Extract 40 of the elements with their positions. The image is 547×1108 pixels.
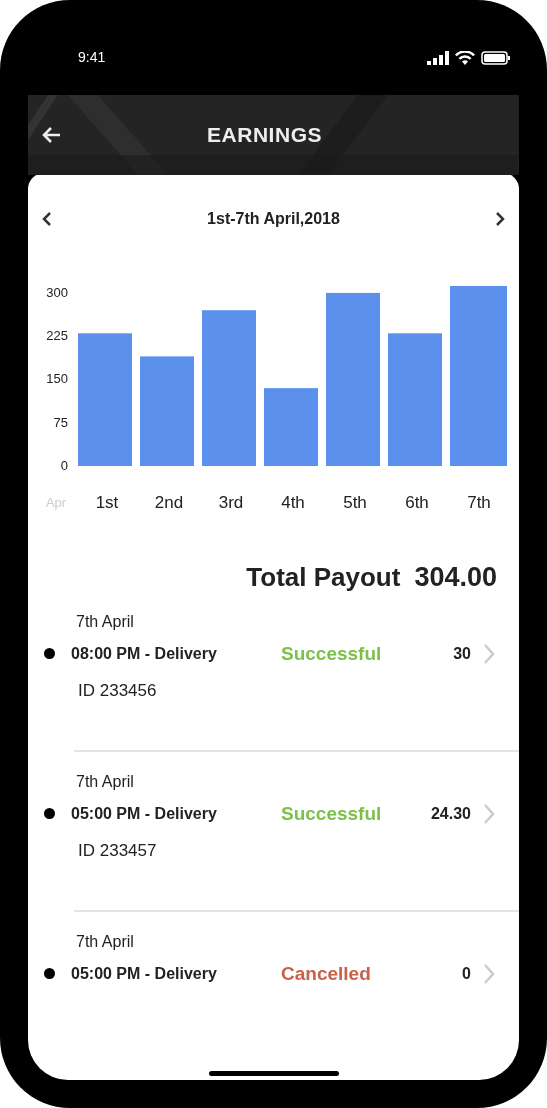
transaction-time: 08:00 PM - Delivery [71, 643, 218, 664]
transaction-amount: 0 [461, 963, 471, 984]
transaction-status: Successful [281, 641, 383, 666]
transaction-time: 05:00 PM - Delivery [71, 803, 218, 824]
transaction-status: Cancelled [281, 961, 372, 986]
transaction-amount: 24.30 [429, 803, 471, 824]
total-payout-label: Total Payout [246, 561, 401, 594]
y-tick-label: 150 [46, 371, 68, 387]
back-arrow-icon[interactable] [40, 125, 62, 145]
transaction-time: 05:00 PM - Delivery [71, 963, 218, 984]
status-time: 9:41 [78, 48, 106, 67]
chevron-left-icon[interactable] [42, 211, 52, 227]
wifi-icon [455, 50, 475, 65]
chevron-right-icon[interactable] [495, 211, 505, 227]
battery-icon [481, 50, 511, 65]
x-tick-label: 7th [467, 493, 491, 512]
transaction-amount: 30 [452, 643, 471, 664]
page-title: EARNINGS [207, 122, 323, 149]
transaction-id: ID 233457 [78, 840, 158, 862]
y-tick-label: 225 [46, 328, 68, 344]
total-payout-amount: 304.00 [414, 561, 497, 594]
bullet-icon [44, 808, 55, 820]
transaction-date: 7th April [76, 931, 135, 952]
y-tick-label: 75 [53, 414, 68, 430]
transaction-status: Successful [281, 801, 383, 826]
transaction-date: 7th April [76, 771, 135, 792]
x-tick-label: 3rd [218, 493, 244, 512]
x-tick-label: 6th [405, 493, 429, 512]
y-tick-label: 0 [60, 458, 68, 473]
x-tick-label: 4th [281, 493, 305, 512]
x-tick-label: 2nd [154, 493, 184, 512]
signal-icon [427, 50, 449, 65]
bullet-icon [44, 968, 55, 980]
transaction-date: 7th April [76, 611, 135, 632]
x-tick-label: 1st [95, 493, 119, 512]
y-tick-label: 300 [46, 284, 68, 300]
transaction-id: ID 233456 [78, 680, 158, 702]
x-tick-label: 5th [343, 493, 367, 512]
bullet-icon [44, 648, 55, 660]
period-label: 1st-7th April,2018 [207, 209, 340, 229]
